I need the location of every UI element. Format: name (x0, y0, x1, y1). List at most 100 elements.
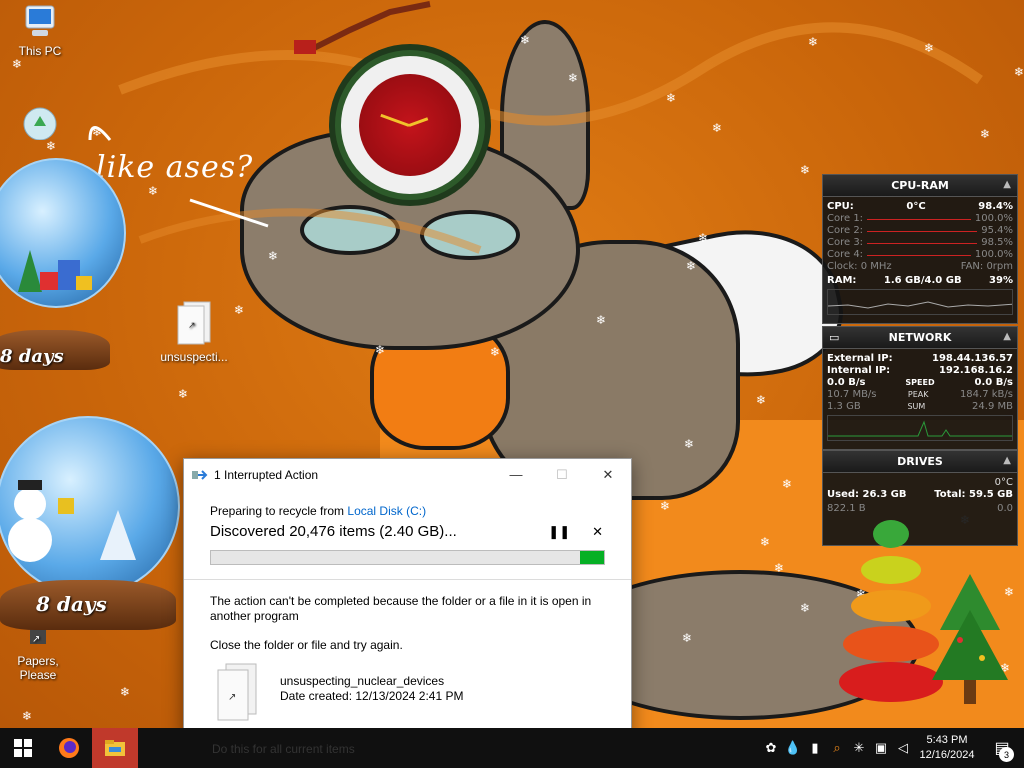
folder-icon: ↗ (176, 300, 212, 346)
snowflake-icon: ❄ (12, 57, 23, 71)
cpu-clock: Clock: 0 MHz (827, 261, 892, 272)
snowflake-icon: ❄ (490, 345, 501, 359)
core-row: Core 4: 100.0% (823, 249, 1017, 261)
peak-label: PEAK (907, 390, 929, 399)
clock-hour-hand (380, 113, 410, 127)
ram-label: RAM: (827, 275, 857, 286)
notification-button[interactable]: ▤ 3 (980, 728, 1024, 768)
speed-row: 0.0 B/s SPEED 0.0 B/s (823, 377, 1017, 389)
snowflake-icon: ❄ (682, 631, 693, 645)
file-name: unsuspecting_nuclear_devices (280, 674, 445, 688)
sum-row: 1.3 GB SUM 24.9 MB (823, 401, 1017, 413)
core-value: 100.0% (974, 213, 1013, 224)
cpu-label: CPU: (827, 201, 854, 212)
gadget-title: DRIVES (897, 455, 943, 468)
snowflake-icon: ❄ (800, 601, 811, 615)
gadget-header: ▭ NETWORK ▲ (823, 327, 1017, 349)
reindeer-icon (294, 1, 431, 54)
speed-label: SPEED (905, 378, 935, 387)
firefox-button[interactable] (46, 728, 92, 768)
gifts-icon (18, 250, 92, 292)
countdown-days: 8 days (36, 592, 107, 616)
desktop-icon-recycle-bin[interactable] (2, 104, 78, 144)
collapse-icon[interactable]: ▲ (1003, 331, 1011, 342)
drive-temp-row: 0°C (823, 477, 1017, 489)
snowflake-icon: ❄ (980, 127, 991, 141)
file-explorer-icon (105, 740, 125, 756)
minimize-button[interactable]: — (493, 459, 539, 490)
instruction-message: Close the folder or file and try again. (210, 638, 403, 652)
external-ip-label: External IP: (827, 353, 893, 364)
cpu-ram-gadget[interactable]: CPU-RAM ▲ CPU: 0°C 98.4% Core 1: 100.0% … (822, 174, 1018, 324)
download-sum: 1.3 GB (827, 401, 861, 412)
network-gadget[interactable]: ▭ NETWORK ▲ External IP: 198.44.136.57 I… (822, 326, 1018, 450)
snowflake-icon: ❄ (1014, 65, 1024, 79)
network-graph-line (828, 420, 1012, 437)
clock-face (359, 74, 461, 176)
snowflake-icon: ❄ (120, 685, 131, 699)
desktop-icon-this-pc[interactable]: This PC (2, 4, 78, 58)
droplet-icon[interactable]: 💧 (782, 728, 804, 768)
core-label: Core 3: (827, 237, 864, 248)
snowflake-icon: ❄ (92, 125, 103, 139)
snowflake-icon[interactable]: ✳ (848, 728, 870, 768)
monitor-icon: ▭ (829, 331, 840, 344)
snowflake-icon: ❄ (234, 303, 245, 317)
snowflake-icon: ❄ (568, 71, 579, 85)
paw-icon[interactable]: ✿ (760, 728, 782, 768)
ram-row: RAM: 1.6 GB/4.0 GB 39% (823, 275, 1017, 287)
candle-icon[interactable]: ▮ (804, 728, 826, 768)
svg-text:↗: ↗ (228, 692, 236, 703)
external-ip: 198.44.136.57 (932, 353, 1013, 364)
do-this-for-all-checkbox: Do this for all current items (212, 742, 355, 756)
desktop-icon-label: unsuspecti... (160, 350, 228, 364)
move-arrow-icon (192, 469, 208, 481)
network-icon[interactable]: ▣ (870, 728, 892, 768)
core-value: 98.5% (981, 237, 1013, 248)
desktop-icon-papers-please[interactable]: ↗ Papers, Please (0, 622, 76, 682)
snowman-icon (8, 480, 136, 562)
pause-button[interactable]: ❚❚ (548, 524, 570, 540)
snowflake-icon: ❄ (698, 231, 709, 245)
collapse-icon[interactable]: ▲ (1003, 179, 1011, 190)
upload-sum: 24.9 MB (972, 401, 1013, 412)
upload-peak: 184.7 kB/s (959, 389, 1013, 400)
drive-used: Used: 26.3 GB (827, 489, 907, 500)
clock-date: 12/16/2024 (919, 749, 975, 761)
core-value: 95.4% (981, 225, 1013, 236)
snowflake-icon: ❄ (520, 33, 531, 47)
snowflake-icon: ❄ (22, 709, 33, 723)
snowflake-icon: ❄ (666, 91, 677, 105)
clock-minute-hand (408, 117, 429, 127)
snowflake-icon: ❄ (178, 387, 189, 401)
locked-file[interactable]: ↗ unsuspecting_nuclear_devices Date crea… (184, 652, 631, 722)
snowflake-icon: ❄ (756, 393, 767, 407)
sum-label: SUM (907, 402, 926, 411)
taskbar-clock[interactable]: 5:43 PM 12/16/2024 (914, 733, 980, 763)
preparing-line: Preparing to recycle from Local Disk (C:… (210, 504, 605, 518)
gadget-title: NETWORK (888, 331, 952, 344)
file-explorer-button[interactable] (92, 728, 138, 768)
close-button[interactable]: ✕ (585, 459, 631, 490)
source-link[interactable]: Local Disk (C:) (347, 504, 426, 518)
ram-graph-line (828, 301, 1012, 309)
snowflake-icon: ❄ (800, 163, 811, 177)
collapse-icon[interactable]: ▲ (1003, 455, 1011, 466)
desktop-icon-unsuspecting[interactable]: ↗ unsuspecti... (156, 300, 232, 364)
snowflake-icon: ❄ (148, 184, 159, 198)
discovered-text: Discovered 20,476 items (2.40 GB)... (210, 523, 457, 540)
search-icon[interactable]: ⌕ (826, 728, 848, 768)
cancel-button[interactable]: ✕ (592, 524, 603, 540)
snowflake-icon: ❄ (660, 499, 671, 513)
preparing-text: Preparing to recycle from (210, 504, 348, 518)
snowflake-icon: ❄ (774, 561, 785, 575)
volume-icon[interactable]: ◁ (892, 728, 914, 768)
core-value: 100.0% (974, 249, 1013, 260)
start-button[interactable] (0, 728, 46, 768)
peak-row: 10.7 MB/s PEAK 184.7 kB/s (823, 389, 1017, 401)
gadget-header: DRIVES ▲ (823, 451, 1017, 473)
countdown-days: 8 days (0, 346, 64, 367)
ram-graph (827, 289, 1013, 315)
file-date: Date created: 12/13/2024 2:41 PM (280, 689, 464, 703)
internal-ip: 192.168.16.2 (938, 365, 1013, 376)
